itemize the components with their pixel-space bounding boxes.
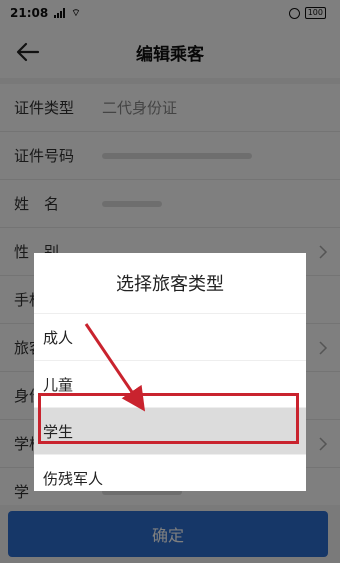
- option-student[interactable]: 学生: [34, 407, 306, 454]
- passenger-type-dialog: 选择旅客类型 成人 儿童 学生 伤残军人: [34, 253, 306, 491]
- option-child[interactable]: 儿童: [34, 360, 306, 407]
- dialog-title: 选择旅客类型: [116, 274, 224, 295]
- option-disabled-military[interactable]: 伤残军人: [34, 454, 306, 501]
- option-adult[interactable]: 成人: [34, 313, 306, 360]
